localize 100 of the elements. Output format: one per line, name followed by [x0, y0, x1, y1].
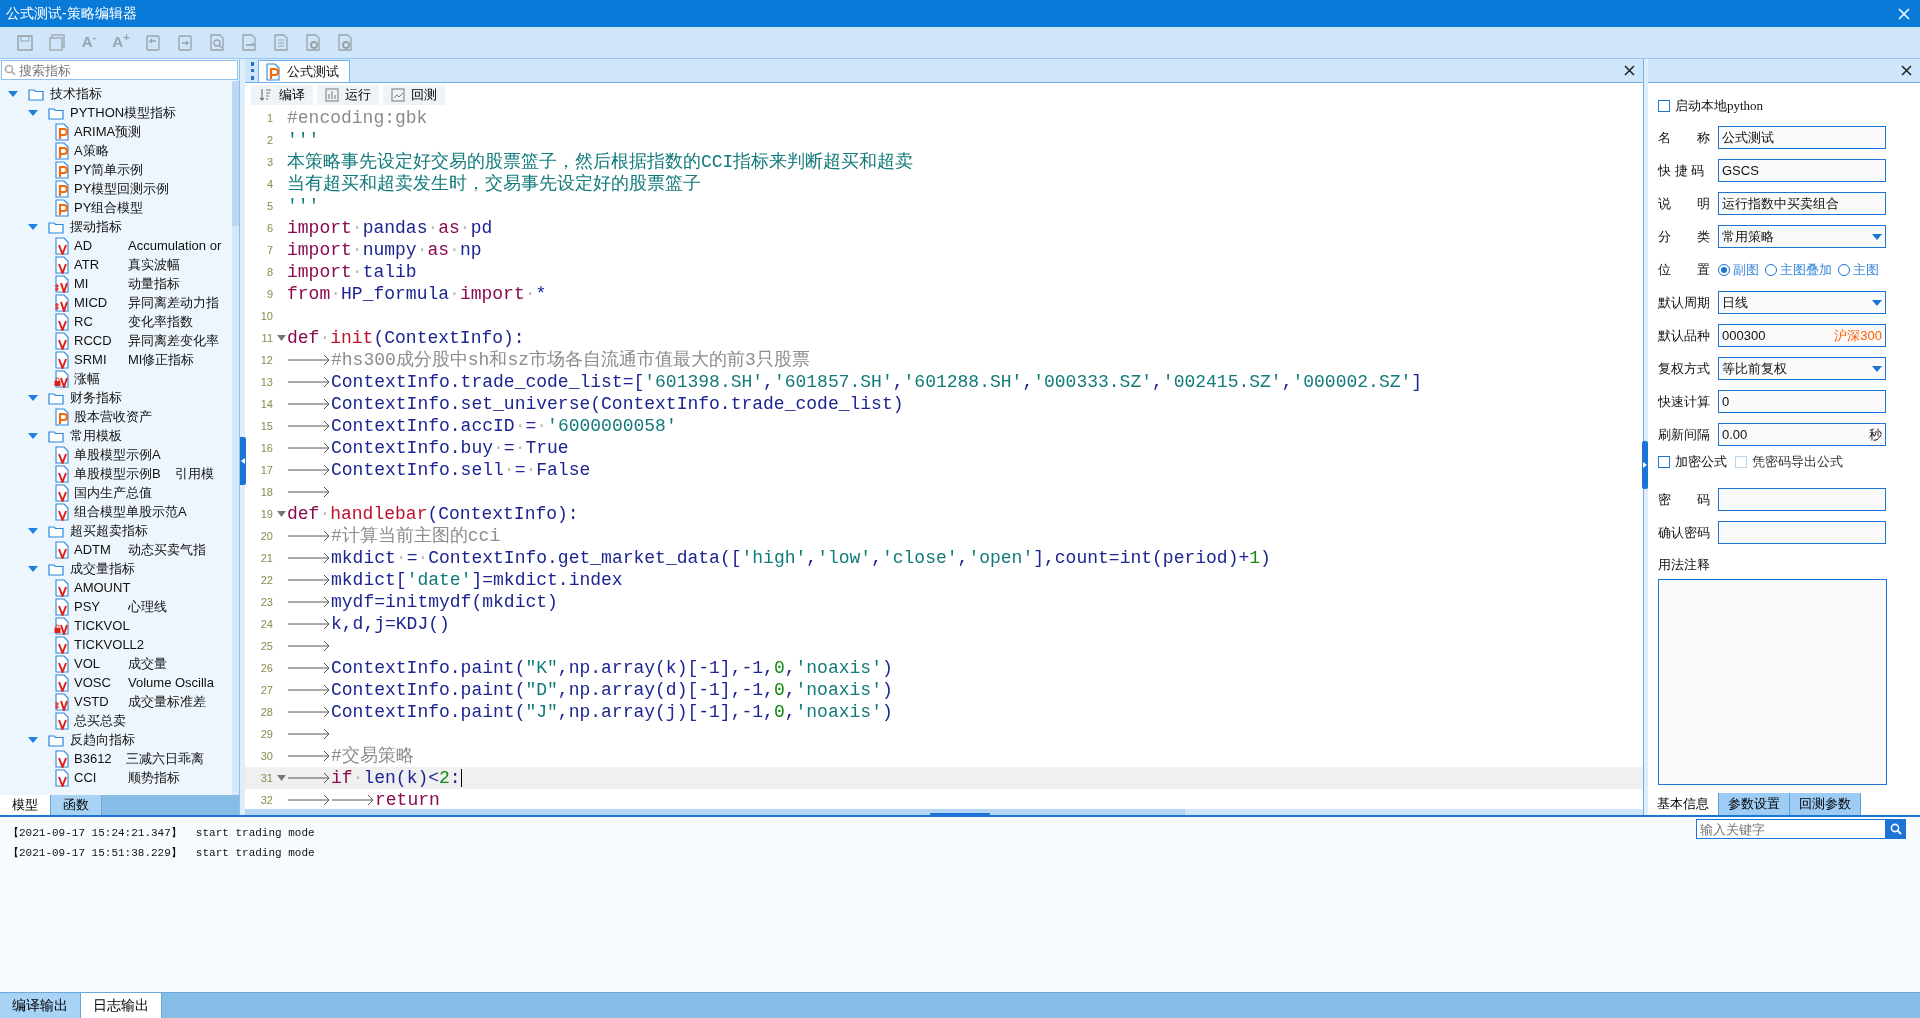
input-field[interactable]: 0.00 秒: [1718, 423, 1886, 446]
tree-item[interactable]: MICD: [74, 292, 114, 313]
collapse-handle[interactable]: [240, 437, 246, 485]
fold-marker-icon[interactable]: [277, 775, 286, 781]
search-button[interactable]: [1886, 819, 1906, 839]
dropdown[interactable]: 等比前复权: [1718, 357, 1886, 380]
dropdown[interactable]: 日线: [1718, 291, 1886, 314]
password-field[interactable]: [1718, 521, 1886, 544]
scrollbar-thumb[interactable]: [232, 81, 239, 226]
collapse-caret-icon[interactable]: [28, 431, 38, 440]
export-icon[interactable]: [239, 32, 259, 53]
tree-item[interactable]: RC: [74, 311, 114, 332]
tree-folder[interactable]: 技术指标: [50, 83, 102, 104]
tree-item[interactable]: A策略: [74, 140, 109, 161]
undo-icon[interactable]: [143, 32, 163, 53]
fold-marker-icon[interactable]: [277, 511, 286, 517]
password-field[interactable]: [1718, 488, 1886, 511]
tree-item[interactable]: TICKVOL: [74, 615, 130, 636]
tree-item[interactable]: PY简单示例: [74, 159, 144, 180]
scrollbar[interactable]: [232, 81, 239, 795]
collapse-caret-icon[interactable]: [28, 735, 38, 744]
tree-item[interactable]: 单股模型示例A: [74, 444, 161, 465]
code-text: (ContextInfo):: [427, 502, 579, 526]
panel-tab[interactable]: 回测参数: [1790, 793, 1861, 815]
collapse-handle[interactable]: [930, 813, 990, 817]
tree-item[interactable]: SRMI: [74, 349, 114, 370]
tree-folder[interactable]: PYTHON模型指标: [70, 102, 177, 123]
panel-tab[interactable]: 日志输出: [81, 993, 162, 1018]
tree-item[interactable]: AMOUNT: [74, 577, 131, 598]
gear-document-icon[interactable]: [335, 32, 355, 53]
collapse-caret-icon[interactable]: [28, 526, 38, 535]
tree-item[interactable]: 单股模型示例B: [74, 463, 161, 484]
tree-item[interactable]: VOSC: [74, 672, 114, 693]
toolbar-button[interactable]: 回测: [383, 85, 445, 105]
tree-folder[interactable]: 财务指标: [70, 387, 122, 408]
search-icon[interactable]: [207, 32, 227, 53]
notes-field[interactable]: [1658, 578, 1887, 785]
formula-file-icon: [54, 578, 70, 597]
search-field[interactable]: 输入关键字: [1696, 819, 1886, 839]
input-field[interactable]: GSCS: [1718, 159, 1886, 182]
tree-item[interactable]: 组合模型单股示范A: [74, 501, 187, 522]
expand-handle[interactable]: [1642, 441, 1648, 489]
close-icon[interactable]: [1901, 65, 1912, 76]
input-field[interactable]: 000300 沪深300: [1718, 324, 1886, 347]
tree-item[interactable]: VOL: [74, 653, 114, 674]
tree-item[interactable]: PY模型回测示例: [74, 178, 170, 199]
tree-item[interactable]: 总买总卖: [74, 710, 126, 731]
toolbar-button[interactable]: 编译: [251, 85, 313, 105]
search-field[interactable]: 搜索指标: [1, 60, 238, 80]
collapse-caret-icon[interactable]: [28, 393, 38, 402]
scrollbar-thumb[interactable]: [245, 809, 1185, 815]
panel-tab[interactable]: 模型: [0, 795, 51, 815]
line-number: 4: [265, 176, 274, 192]
collapse-caret-icon[interactable]: [8, 89, 18, 98]
tree-item[interactable]: B3612: [74, 748, 112, 769]
tree-item[interactable]: 股本营收资产: [74, 406, 152, 427]
tab-marker-icon: [287, 398, 331, 410]
redo-icon[interactable]: [175, 32, 195, 53]
code-text: ,: [784, 656, 796, 680]
collapse-caret-icon[interactable]: [28, 564, 38, 573]
tree-item[interactable]: VSTD: [74, 691, 114, 712]
scrollbar[interactable]: [245, 809, 1643, 815]
input-field[interactable]: 0: [1718, 390, 1886, 413]
tree-folder[interactable]: 反趋向指标: [70, 729, 135, 750]
toolbar-button[interactable]: 运行: [317, 85, 379, 105]
checkbox[interactable]: [1658, 100, 1670, 112]
tree-item[interactable]: ARIMA预测: [74, 121, 142, 142]
tree-folder[interactable]: 常用模板: [70, 425, 122, 446]
gear-document-icon[interactable]: [303, 32, 323, 53]
panel-tab[interactable]: 函数: [51, 795, 102, 815]
fold-marker-icon[interactable]: [277, 335, 286, 341]
dropdown[interactable]: 常用策略: [1718, 225, 1886, 248]
tree-folder[interactable]: 成交量指标: [70, 558, 135, 579]
tree-item[interactable]: PSY: [74, 596, 114, 617]
tree-item[interactable]: MI: [74, 273, 114, 294]
tree-folder[interactable]: 摆动指标: [70, 216, 122, 237]
input-field[interactable]: 公式测试: [1718, 126, 1886, 149]
code-text: ContextInfo.paint(: [331, 700, 526, 724]
collapse-caret-icon[interactable]: [28, 222, 38, 231]
panel-tab[interactable]: 参数设置: [1719, 793, 1790, 815]
log-time: 【2021-09-17 15:24:21.347】: [8, 825, 182, 841]
code-text: True: [525, 436, 569, 460]
tree-item[interactable]: PY组合模型: [74, 197, 144, 218]
code-text: ContextInfo.paint(: [331, 678, 526, 702]
tree-item[interactable]: ADTM: [74, 539, 114, 560]
editor-tab[interactable]: 公式测试: [258, 60, 350, 82]
tree-item[interactable]: RCCD: [74, 330, 114, 351]
tree-item[interactable]: CCI: [74, 767, 114, 788]
tree-folder[interactable]: 超买超卖指标: [70, 520, 148, 541]
collapse-caret-icon[interactable]: [28, 108, 38, 117]
close-icon[interactable]: [1624, 65, 1635, 76]
tree-item[interactable]: 涨幅: [74, 368, 100, 389]
tree-item[interactable]: ATR: [74, 254, 114, 275]
tree-item[interactable]: AD: [74, 235, 114, 256]
folder-icon: [48, 732, 64, 747]
panel-tab[interactable]: 编译输出: [0, 993, 81, 1018]
tree-item[interactable]: 国内生产总值: [74, 482, 152, 503]
tree-item[interactable]: TICKVOLL2: [74, 634, 145, 655]
input-field[interactable]: 运行指数中买卖组合: [1718, 192, 1886, 215]
checkbox[interactable]: [1658, 456, 1670, 468]
